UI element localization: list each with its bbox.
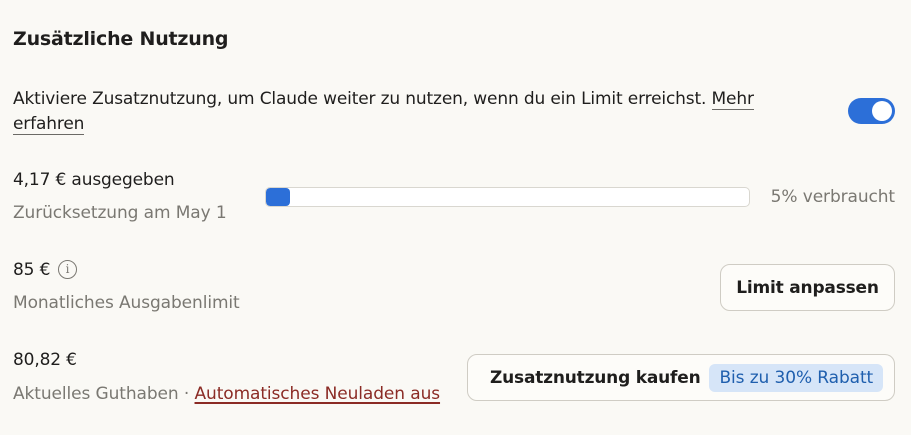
limit-label: Monatliches Ausgabenlimit [13, 293, 240, 313]
toggle-knob [872, 101, 892, 121]
auto-reload-link[interactable]: Automatisches Neuladen aus [195, 384, 441, 404]
adjust-limit-button[interactable]: Limit anpassen [720, 264, 895, 311]
activation-description: Aktiviere Zusatznutzung, um Claude weite… [13, 87, 783, 137]
discount-badge: Bis zu 30% Rabatt [709, 363, 884, 392]
usage-progress-fill [266, 188, 291, 206]
buy-button-label: Zusatznutzung kaufen [490, 367, 701, 388]
extra-usage-toggle[interactable] [848, 98, 895, 124]
limit-amount: 85 € [13, 260, 51, 280]
balance-label: Aktuelles Guthaben [13, 384, 179, 404]
balance-amount: 80,82 € [13, 350, 77, 370]
balance-line: Aktuelles Guthaben · Automatisches Neula… [13, 384, 440, 404]
separator-dot: · [183, 384, 190, 404]
reset-date: Zurücksetzung am May 1 [13, 203, 227, 223]
extra-usage-panel: Zusätzliche Nutzung Aktiviere Zusatznutz… [0, 0, 911, 435]
usage-progress-bar [265, 187, 750, 207]
info-icon[interactable]: i [58, 260, 77, 279]
spent-amount: 4,17 € ausgegeben [13, 170, 175, 190]
usage-progress-label: 5% verbraucht [770, 187, 895, 207]
buy-extra-usage-button[interactable]: Zusatznutzung kaufen Bis zu 30% Rabatt [467, 354, 895, 401]
section-title: Zusätzliche Nutzung [13, 28, 229, 50]
activation-text: Aktiviere Zusatznutzung, um Claude weite… [13, 89, 707, 109]
